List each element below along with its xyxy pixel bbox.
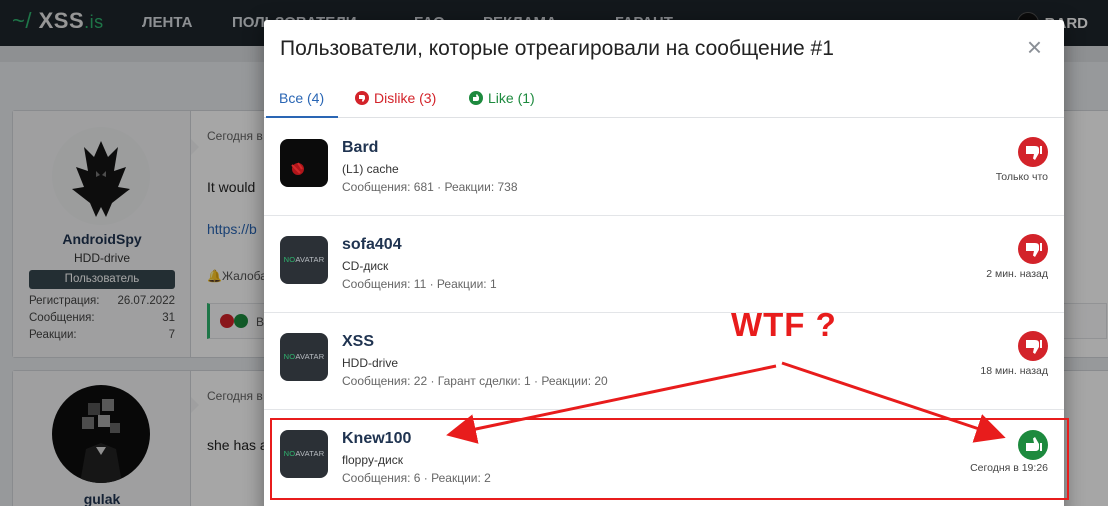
close-icon[interactable]: × xyxy=(1027,34,1042,60)
user-avatar[interactable]: NOAVATAR xyxy=(280,430,328,478)
no-avatar-label: NOAVATAR xyxy=(283,255,325,264)
user-avatar[interactable]: NOAVATAR xyxy=(280,333,328,381)
reactions-modal: Пользователи, которые отреагировали на с… xyxy=(264,20,1064,506)
reaction-user-name[interactable]: XSS xyxy=(342,333,374,351)
reaction-user-name[interactable]: sofa404 xyxy=(342,236,402,254)
list-item: NOAVATAR sofa404 CD-диск Сообщения: 11 ·… xyxy=(264,216,1064,313)
reaction-time: Сегодня в 19:26 xyxy=(970,462,1048,474)
reaction-user-stats: Сообщения: 681 · Реакции: 738 xyxy=(342,180,518,194)
thumbs-down-icon xyxy=(1018,234,1048,264)
tab-dislike[interactable]: Dislike (3) xyxy=(355,90,436,106)
reaction-time: 2 мин. назад xyxy=(986,268,1048,280)
reaction-user-stats: Сообщения: 22 · Гарант сделки: 1 · Реакц… xyxy=(342,374,608,388)
thumbs-down-icon xyxy=(355,91,369,105)
user-avatar[interactable] xyxy=(280,139,328,187)
tab-like[interactable]: Like (1) xyxy=(469,90,535,106)
reaction-user-title: CD-диск xyxy=(342,259,389,273)
list-item: Bard (L1) cache Сообщения: 681 · Реакции… xyxy=(264,119,1064,216)
list-item: NOAVATAR XSS HDD-drive Сообщения: 22 · Г… xyxy=(264,313,1064,410)
thumbs-up-icon xyxy=(469,91,483,105)
reaction-user-title: HDD-drive xyxy=(342,356,399,370)
reaction-time: Только что xyxy=(995,171,1048,183)
modal-title: Пользователи, которые отреагировали на с… xyxy=(280,37,834,60)
reaction-user-stats: Сообщения: 11 · Реакции: 1 xyxy=(342,277,497,291)
reaction-tabs: Все (4) Dislike (3) Like (1) xyxy=(264,78,1064,118)
tab-all[interactable]: Все (4) xyxy=(279,90,324,106)
user-avatar[interactable]: NOAVATAR xyxy=(280,236,328,284)
reaction-user-stats: Сообщения: 6 · Реакции: 2 xyxy=(342,471,491,485)
no-avatar-label: NOAVATAR xyxy=(283,352,325,361)
no-avatar-label: NOAVATAR xyxy=(283,449,325,458)
reaction-user-title: (L1) cache xyxy=(342,162,399,176)
reaction-user-name[interactable]: Knew100 xyxy=(342,430,411,448)
thumbs-down-icon xyxy=(1018,331,1048,361)
reaction-user-title: floppy-диск xyxy=(342,453,403,467)
thumbs-up-icon xyxy=(1018,430,1048,460)
active-tab-indicator xyxy=(266,116,338,118)
reaction-time: 18 мин. назад xyxy=(980,365,1048,377)
modal-header: Пользователи, которые отреагировали на с… xyxy=(264,20,1064,78)
list-item: NOAVATAR Knew100 floppy-диск Сообщения: … xyxy=(264,410,1064,506)
reaction-user-name[interactable]: Bard xyxy=(342,139,378,157)
thumbs-down-icon xyxy=(1018,137,1048,167)
